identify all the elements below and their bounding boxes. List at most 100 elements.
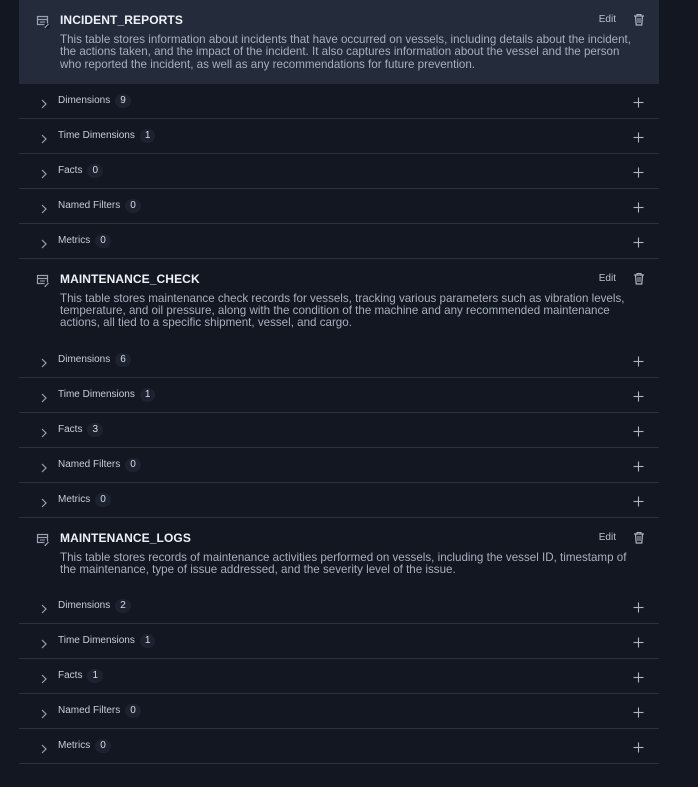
trash-icon[interactable] [633,13,645,26]
edit-button[interactable]: Edit [599,532,616,543]
table-card-maintenance-logs: MAINTENANCE_LOGS This table stores record… [19,518,659,765]
count-badge: 0 [95,233,111,248]
chevron-right-icon[interactable] [40,390,48,403]
section-row-metrics[interactable]: Metrics 0 [19,483,659,518]
chevron-right-icon[interactable] [40,741,48,754]
table-icon [36,274,50,288]
section-row-named-filters[interactable]: Named Filters 0 [19,189,659,224]
section-row-time-dimensions[interactable]: Time Dimensions 1 [19,119,659,154]
table-icon [36,533,50,547]
plus-icon[interactable] [633,705,644,718]
table-name: MAINTENANCE_CHECK [60,271,200,286]
chevron-right-icon[interactable] [40,495,48,508]
section-row-time-dimensions[interactable]: Time Dimensions 1 [19,378,659,413]
table-description: This table stores information about inci… [60,33,632,71]
section-label-text: Metrics [58,493,91,505]
section-row-dimensions[interactable]: Dimensions 6 [19,343,659,378]
chevron-right-icon[interactable] [40,131,48,144]
section-label-text: Facts [58,164,83,176]
section-label-text: Time Dimensions [58,388,135,400]
plus-icon[interactable] [633,740,644,753]
plus-icon[interactable] [633,635,644,648]
chevron-right-icon[interactable] [40,355,48,368]
section-label: Metrics 0 [58,739,111,754]
count-badge: 2 [115,599,131,614]
section-label: Facts 3 [58,422,104,437]
table-name: MAINTENANCE_LOGS [60,530,191,545]
section-label: Dimensions 9 [58,93,131,108]
section-label: Facts 1 [58,669,104,684]
plus-icon[interactable] [633,494,644,507]
section-row-dimensions[interactable]: Dimensions 2 [19,589,659,625]
table-header[interactable]: MAINTENANCE_CHECK This table stores maint… [19,259,659,343]
count-badge: 0 [95,492,111,507]
plus-icon[interactable] [633,200,644,213]
section-label: Facts 0 [58,163,104,178]
chevron-right-icon[interactable] [40,636,48,649]
count-badge: 1 [139,387,156,402]
count-badge: 1 [139,634,156,649]
section-label: Named Filters 0 [58,198,141,213]
section-label-text: Metrics [58,234,91,246]
section-row-metrics[interactable]: Metrics 0 [19,224,659,259]
chevron-right-icon[interactable] [40,425,48,438]
trash-icon[interactable] [633,272,645,285]
section-row-facts[interactable]: Facts 0 [19,154,659,189]
section-label-text: Named Filters [58,458,121,470]
table-description: This table stores records of maintenance… [60,550,627,577]
chevron-right-icon[interactable] [40,671,48,684]
section-label-text: Metrics [58,740,91,752]
table-name: INCIDENT_REPORTS [60,13,183,27]
section-label: Dimensions 6 [58,352,131,367]
chevron-right-icon[interactable] [40,460,48,473]
count-badge: 1 [139,128,156,143]
section-label-text: Dimensions [58,94,111,106]
section-label: Dimensions 2 [58,599,131,614]
semantic-tables-list: INCIDENT_REPORTS This table stores inform… [0,0,698,765]
chevron-right-icon[interactable] [40,601,48,614]
section-row-facts[interactable]: Facts 1 [19,659,659,695]
plus-icon[interactable] [633,459,644,472]
section-row-dimensions[interactable]: Dimensions 9 [19,84,659,119]
section-label: Named Filters 0 [58,704,141,719]
chevron-right-icon[interactable] [40,706,48,719]
plus-icon[interactable] [633,670,644,683]
table-header[interactable]: MAINTENANCE_LOGS This table stores record… [19,518,659,590]
count-badge: 0 [95,739,111,754]
section-row-facts[interactable]: Facts 3 [19,413,659,448]
trash-icon[interactable] [633,531,645,544]
section-label: Metrics 0 [58,492,111,507]
plus-icon[interactable] [633,95,644,108]
section-label: Time Dimensions 1 [58,634,156,649]
plus-icon[interactable] [633,600,644,613]
section-label-text: Time Dimensions [58,129,135,141]
section-label-text: Named Filters [58,199,121,211]
count-badge: 0 [125,704,141,719]
plus-icon[interactable] [633,165,644,178]
count-badge: 9 [115,93,131,108]
section-row-metrics[interactable]: Metrics 0 [19,729,659,765]
chevron-right-icon[interactable] [40,96,48,109]
count-badge: 0 [87,163,104,178]
count-badge: 0 [125,457,141,472]
count-badge: 0 [125,198,141,213]
chevron-right-icon[interactable] [40,236,48,249]
plus-icon[interactable] [633,354,644,367]
edit-button[interactable]: Edit [599,14,616,25]
section-row-time-dimensions[interactable]: Time Dimensions 1 [19,624,659,660]
section-label: Metrics 0 [58,233,111,248]
plus-icon[interactable] [633,389,644,402]
plus-icon[interactable] [633,130,644,143]
plus-icon[interactable] [633,235,644,248]
edit-button[interactable]: Edit [599,273,616,284]
section-label-text: Dimensions [58,353,111,365]
chevron-right-icon[interactable] [40,166,48,179]
plus-icon[interactable] [633,424,644,437]
section-label: Time Dimensions 1 [58,387,156,402]
table-header[interactable]: INCIDENT_REPORTS This table stores inform… [19,0,659,84]
section-label-text: Facts [58,423,83,435]
section-label: Named Filters 0 [58,457,141,472]
section-row-named-filters[interactable]: Named Filters 0 [19,694,659,730]
chevron-right-icon[interactable] [40,201,48,214]
section-row-named-filters[interactable]: Named Filters 0 [19,448,659,483]
